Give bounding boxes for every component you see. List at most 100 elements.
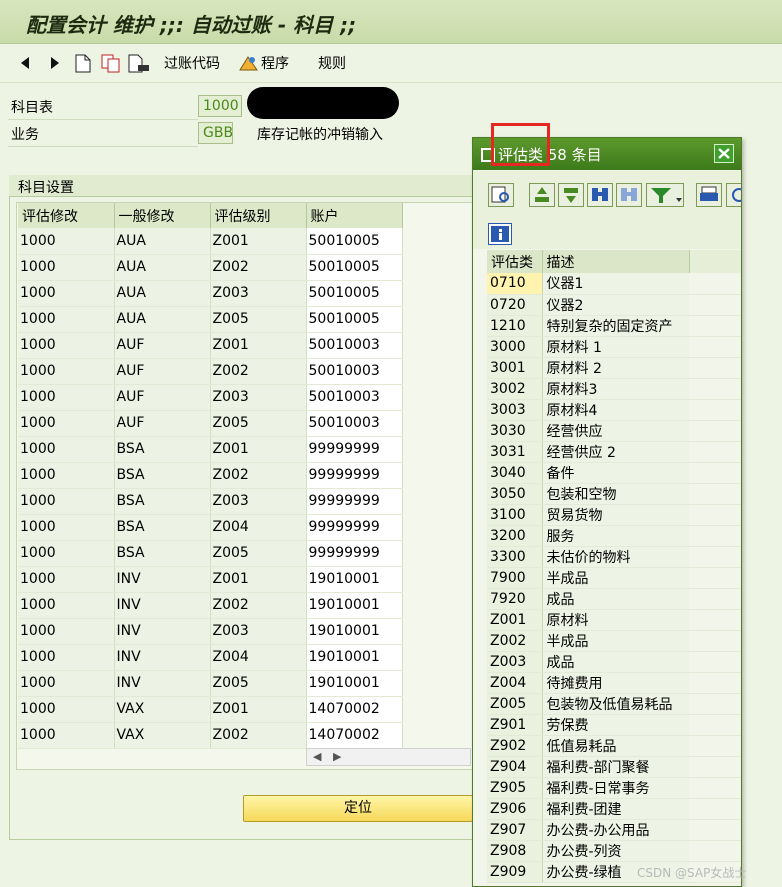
- account-cell[interactable]: 50010003: [306, 410, 403, 437]
- account-cell[interactable]: 19010001: [306, 566, 403, 593]
- table-row[interactable]: 1000 BSA Z004 99999999: [18, 514, 403, 541]
- valuation-modifier-cell[interactable]: 1000: [18, 592, 115, 619]
- valuation-modifier-cell[interactable]: 1000: [18, 332, 115, 359]
- valuation-class-description[interactable]: 福利费-部门聚餐: [542, 756, 689, 778]
- general-modifier-cell[interactable]: INV: [114, 644, 211, 671]
- account-cell[interactable]: 14070002: [306, 722, 403, 749]
- list-item[interactable]: Z907 办公费-办公用品: [487, 819, 741, 841]
- valuation-class-cell[interactable]: Z002: [210, 592, 307, 619]
- valuation-class-cell[interactable]: Z005: [210, 670, 307, 697]
- list-item[interactable]: Z005 包装物及低值易耗品: [487, 693, 741, 715]
- valuation-class-cell[interactable]: Z005: [210, 540, 307, 567]
- account-cell[interactable]: 99999999: [306, 488, 403, 515]
- general-modifier-cell[interactable]: AUF: [114, 332, 211, 359]
- table-row[interactable]: 1000 AUF Z003 50010003: [18, 384, 403, 411]
- account-cell[interactable]: 50010005: [306, 228, 403, 255]
- valuation-class-description[interactable]: 半成品: [542, 567, 689, 589]
- account-cell[interactable]: 19010001: [306, 618, 403, 645]
- sort-descending-icon[interactable]: [558, 183, 584, 207]
- valuation-class-cell[interactable]: Z005: [210, 306, 307, 333]
- table-row[interactable]: 1000 AUA Z005 50010005: [18, 306, 403, 333]
- account-cell[interactable]: 50010003: [306, 332, 403, 359]
- settings-icon[interactable]: [726, 183, 741, 207]
- valuation-modifier-cell[interactable]: 1000: [18, 514, 115, 541]
- list-item[interactable]: 0710 仪器1: [487, 273, 741, 295]
- valuation-class-code[interactable]: 3300: [487, 546, 543, 568]
- list-item[interactable]: 3003 原材料4: [487, 399, 741, 421]
- valuation-modifier-cell[interactable]: 1000: [18, 488, 115, 515]
- valuation-class-code[interactable]: Z001: [487, 609, 543, 631]
- column-header-account[interactable]: 账户: [306, 203, 403, 228]
- valuation-class-description[interactable]: 未估价的物料: [542, 546, 689, 568]
- list-item[interactable]: 3300 未估价的物料: [487, 546, 741, 568]
- valuation-class-cell[interactable]: Z003: [210, 618, 307, 645]
- valuation-class-description[interactable]: 特别复杂的固定资产: [542, 315, 689, 337]
- valuation-modifier-cell[interactable]: 1000: [18, 696, 115, 723]
- valuation-class-code[interactable]: 1210: [487, 315, 543, 337]
- valuation-class-code[interactable]: 3031: [487, 441, 543, 463]
- valuation-modifier-cell[interactable]: 1000: [18, 358, 115, 385]
- valuation-class-code[interactable]: Z005: [487, 693, 543, 715]
- account-cell[interactable]: 19010001: [306, 644, 403, 671]
- valuation-class-code[interactable]: 3002: [487, 378, 543, 400]
- chart-of-accounts-field[interactable]: 1000: [198, 95, 242, 117]
- valuation-class-code[interactable]: Z906: [487, 798, 543, 820]
- column-header-valuation-class[interactable]: 评估级别: [210, 203, 307, 228]
- valuation-modifier-cell[interactable]: 1000: [18, 722, 115, 749]
- valuation-class-description[interactable]: 福利费-团建: [542, 798, 689, 820]
- valuation-class-cell[interactable]: Z003: [210, 280, 307, 307]
- valuation-class-code[interactable]: 3100: [487, 504, 543, 526]
- general-modifier-cell[interactable]: INV: [114, 618, 211, 645]
- program-button[interactable]: 程序: [238, 53, 289, 73]
- valuation-class-code[interactable]: Z907: [487, 819, 543, 841]
- print-icon[interactable]: [696, 183, 722, 207]
- valuation-class-code[interactable]: 3030: [487, 420, 543, 442]
- table-row[interactable]: 1000 INV Z001 19010001: [18, 566, 403, 593]
- general-modifier-cell[interactable]: BSA: [114, 436, 211, 463]
- valuation-class-cell[interactable]: Z004: [210, 514, 307, 541]
- column-header-valuation-modifier[interactable]: 评估修改: [18, 203, 115, 228]
- valuation-class-description[interactable]: 低值易耗品: [542, 735, 689, 757]
- table-row[interactable]: 1000 AUF Z002 50010003: [18, 358, 403, 385]
- valuation-class-description[interactable]: 成品: [542, 651, 689, 673]
- valuation-class-code[interactable]: Z904: [487, 756, 543, 778]
- general-modifier-cell[interactable]: INV: [114, 670, 211, 697]
- list-item[interactable]: 1210 特别复杂的固定资产: [487, 315, 741, 337]
- previous-arrow-icon[interactable]: [20, 53, 30, 73]
- valuation-class-code[interactable]: 3040: [487, 462, 543, 484]
- valuation-modifier-cell[interactable]: 1000: [18, 410, 115, 437]
- valuation-class-cell[interactable]: Z004: [210, 644, 307, 671]
- general-modifier-cell[interactable]: AUA: [114, 228, 211, 255]
- valuation-class-cell[interactable]: Z001: [210, 696, 307, 723]
- table-row[interactable]: 1000 VAX Z001 14070002: [18, 696, 403, 723]
- account-cell[interactable]: 19010001: [306, 592, 403, 619]
- general-modifier-cell[interactable]: BSA: [114, 540, 211, 567]
- column-header-valuation-class[interactable]: 评估类: [487, 250, 543, 273]
- account-cell[interactable]: 50010005: [306, 254, 403, 281]
- valuation-class-code[interactable]: 7920: [487, 588, 543, 610]
- valuation-class-description[interactable]: 原材料4: [542, 399, 689, 421]
- valuation-class-description[interactable]: 原材料 2: [542, 357, 689, 379]
- table-row[interactable]: 1000 AUA Z001 50010005: [18, 228, 403, 255]
- list-item[interactable]: 3200 服务: [487, 525, 741, 547]
- valuation-class-code[interactable]: 0710: [487, 273, 543, 295]
- list-item[interactable]: 3031 经营供应 2: [487, 441, 741, 463]
- general-modifier-cell[interactable]: AUA: [114, 254, 211, 281]
- list-item[interactable]: 3000 原材料 1: [487, 336, 741, 358]
- valuation-class-description[interactable]: 仪器2: [542, 294, 689, 316]
- general-modifier-cell[interactable]: BSA: [114, 488, 211, 515]
- sort-ascending-icon[interactable]: [529, 183, 555, 207]
- locate-button[interactable]: 定位: [243, 795, 473, 822]
- valuation-class-cell[interactable]: Z002: [210, 462, 307, 489]
- general-modifier-cell[interactable]: INV: [114, 592, 211, 619]
- valuation-class-code[interactable]: Z002: [487, 630, 543, 652]
- column-header-general-modifier[interactable]: 一般修改: [114, 203, 211, 228]
- list-item[interactable]: 3050 包装和空物: [487, 483, 741, 505]
- valuation-class-code[interactable]: 3200: [487, 525, 543, 547]
- valuation-modifier-cell[interactable]: 1000: [18, 618, 115, 645]
- general-modifier-cell[interactable]: BSA: [114, 514, 211, 541]
- scroll-left-icon[interactable]: ◀: [313, 750, 321, 763]
- valuation-modifier-cell[interactable]: 1000: [18, 280, 115, 307]
- valuation-class-description[interactable]: 经营供应: [542, 420, 689, 442]
- account-cell[interactable]: 50010003: [306, 384, 403, 411]
